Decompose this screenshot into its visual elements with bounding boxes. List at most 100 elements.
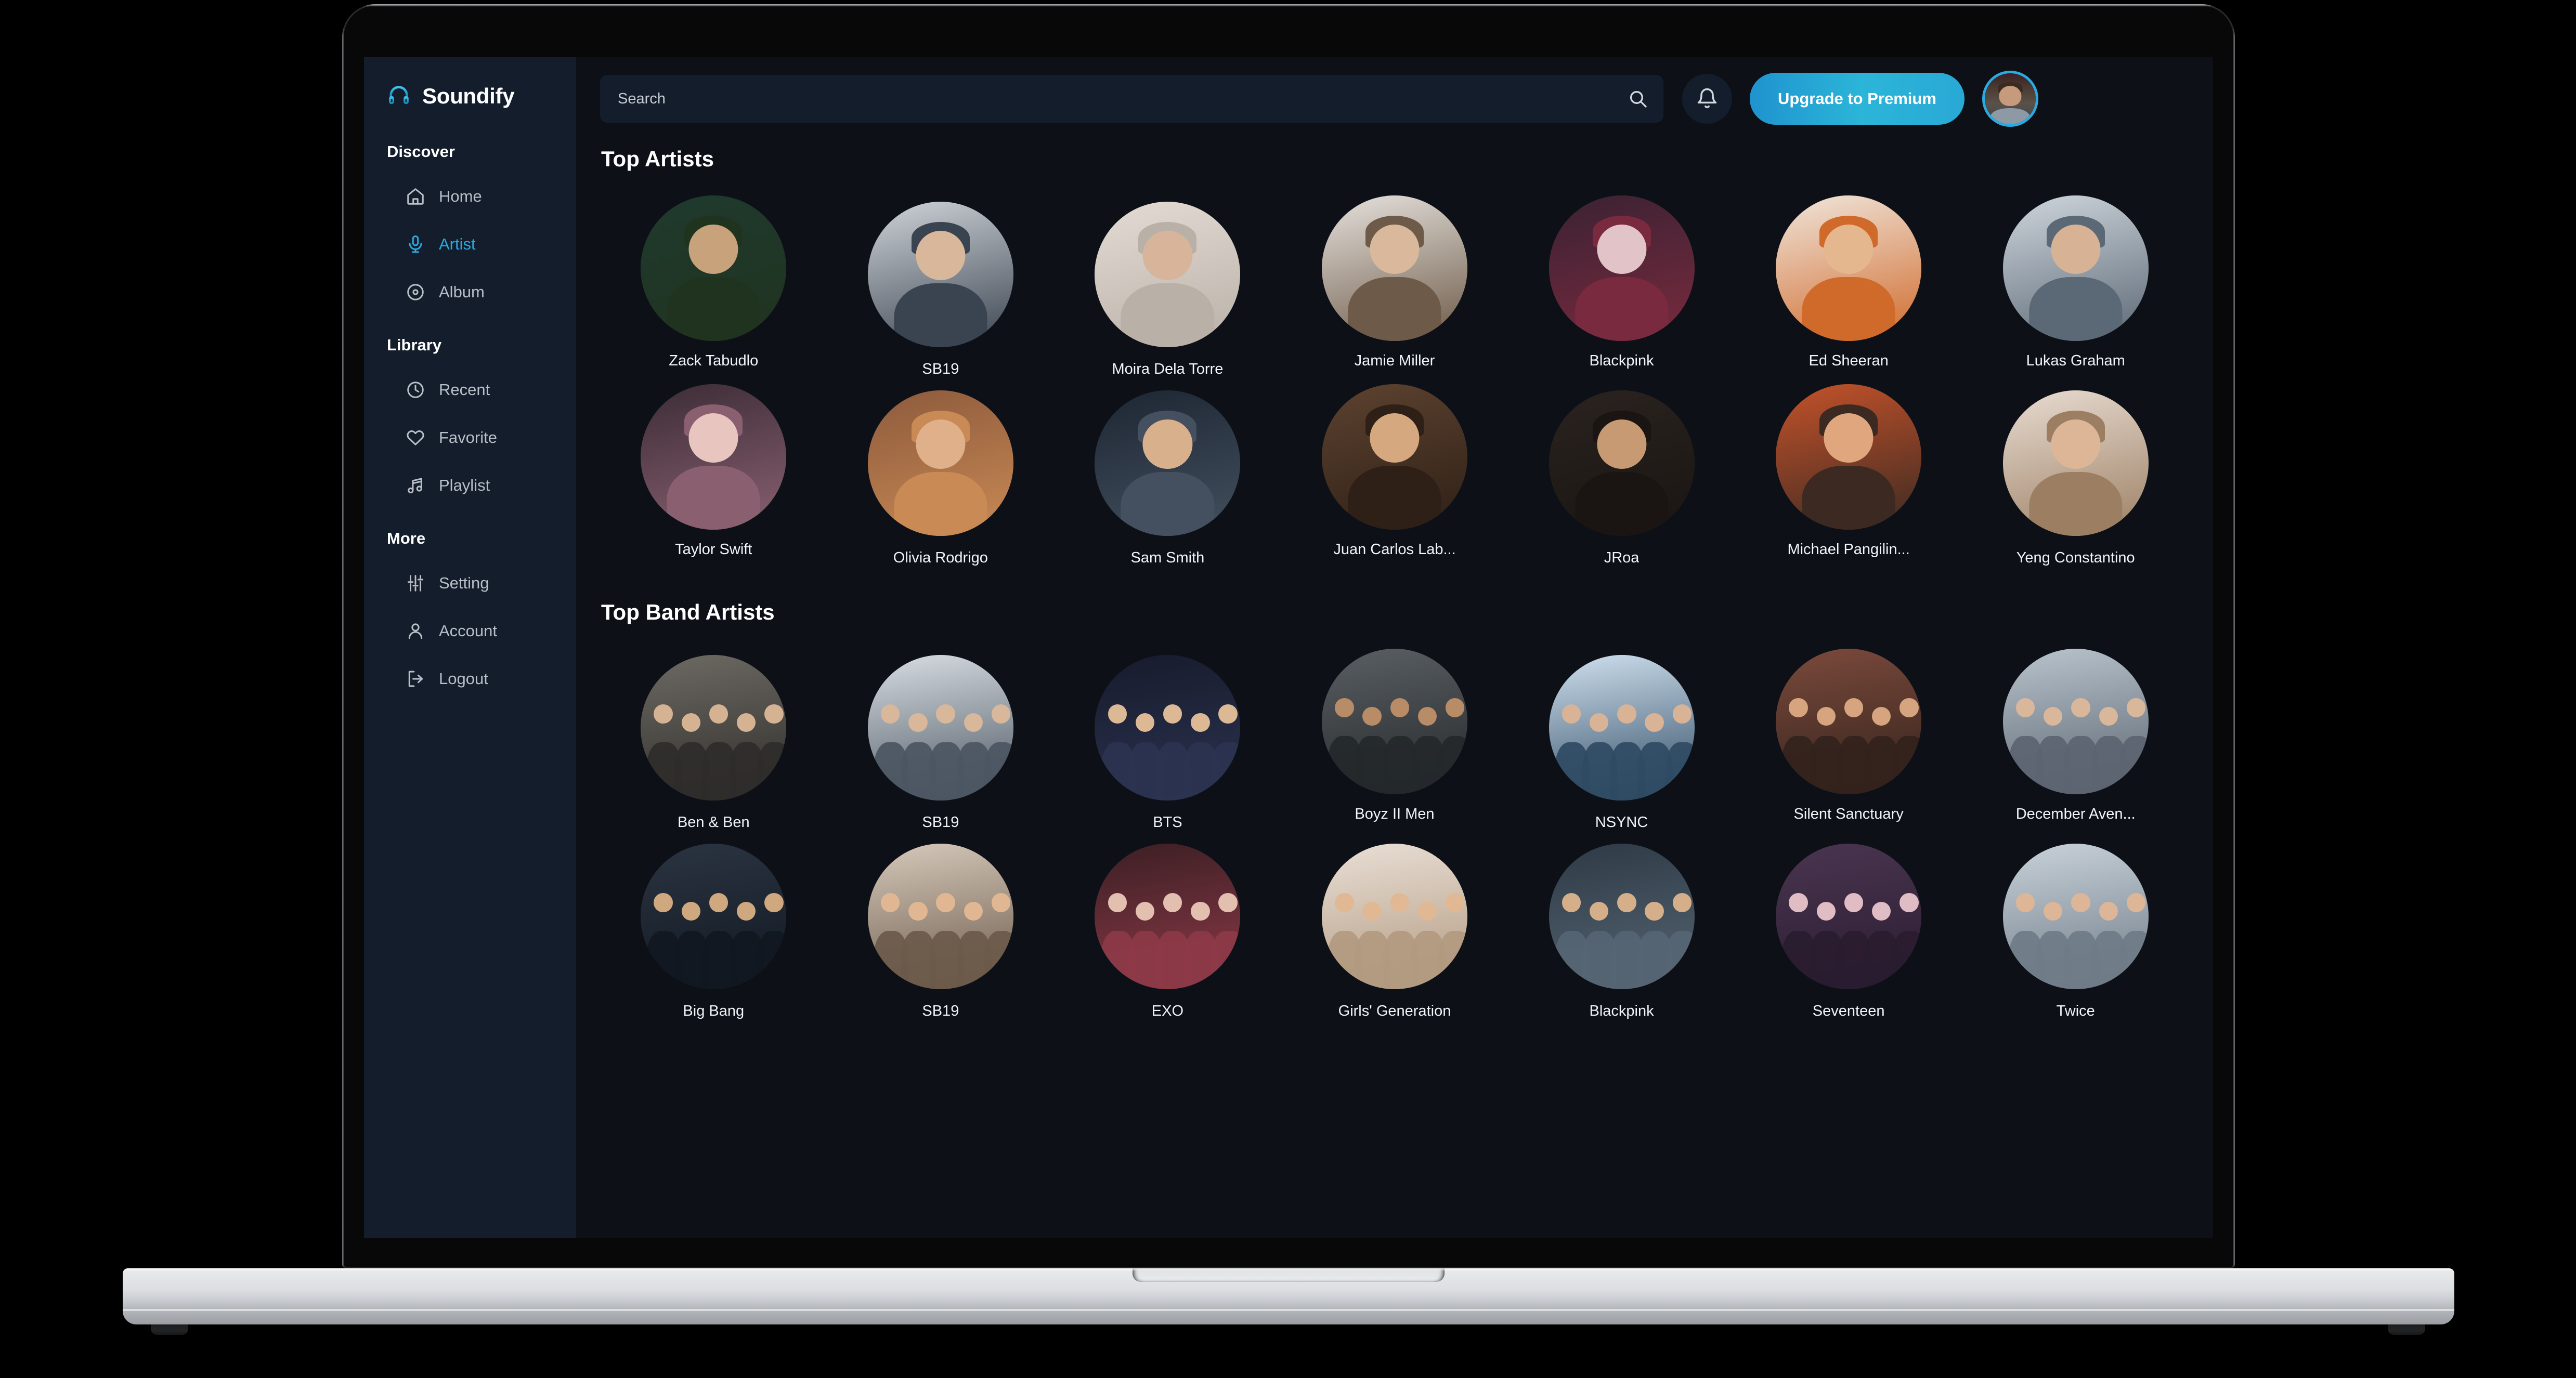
artist-thumbnail[interactable]: [867, 655, 1013, 800]
sliders-icon: [406, 573, 425, 593]
artist-thumbnail[interactable]: [641, 655, 787, 800]
brand: Soundify: [364, 57, 576, 113]
artist-card[interactable]: Seventeen: [1735, 831, 1962, 1020]
sidebar-item-label: Playlist: [439, 476, 490, 494]
artist-thumbnail[interactable]: [641, 195, 787, 341]
artist-card[interactable]: Ben & Ben: [600, 642, 827, 831]
artist-card[interactable]: Moira Dela Torre: [1054, 189, 1281, 378]
artist-name: EXO: [1151, 1003, 1184, 1019]
artist-thumbnail[interactable]: [1321, 195, 1467, 341]
artist-thumbnail[interactable]: [641, 384, 787, 530]
artist-thumbnail[interactable]: [2002, 195, 2149, 341]
artist-name: SB19: [922, 814, 959, 831]
artist-photo: [1549, 655, 1695, 800]
logout-icon: [406, 669, 425, 689]
sidebar-item-recent[interactable]: Recent: [364, 366, 576, 414]
artist-photo: [1321, 384, 1467, 530]
artist-thumbnail[interactable]: [1095, 844, 1241, 989]
artist-card[interactable]: Girls' Generation: [1281, 831, 1508, 1020]
artist-thumbnail[interactable]: [1776, 649, 1922, 794]
artist-card[interactable]: EXO: [1054, 831, 1281, 1020]
sidebar-item-setting[interactable]: Setting: [364, 559, 576, 607]
artist-name: SB19: [922, 1003, 959, 1019]
artist-thumbnail[interactable]: [1549, 844, 1695, 989]
sidebar-item-label: Setting: [439, 574, 489, 592]
artist-card[interactable]: Twice: [1962, 831, 2189, 1020]
artist-photo: [2002, 390, 2149, 536]
sidebar-item-artist[interactable]: Artist: [364, 220, 576, 268]
artist-name: JRoa: [1604, 549, 1640, 566]
avatar[interactable]: [1982, 71, 2038, 127]
artist-thumbnail[interactable]: [1549, 195, 1695, 341]
artist-photo: [1776, 195, 1922, 341]
sidebar-item-home[interactable]: Home: [364, 173, 576, 220]
artist-photo: [641, 844, 787, 989]
artist-thumbnail[interactable]: [1776, 844, 1922, 989]
sidebar-item-logout[interactable]: Logout: [364, 655, 576, 703]
artist-card[interactable]: Yeng Constantino: [1962, 378, 2189, 567]
bell-icon[interactable]: [1682, 74, 1732, 124]
artist-thumbnail[interactable]: [1321, 384, 1467, 530]
artist-thumbnail[interactable]: [2002, 649, 2149, 794]
search-icon[interactable]: [1626, 87, 1650, 111]
artist-photo: [641, 655, 787, 800]
artist-card[interactable]: Jamie Miller: [1281, 189, 1508, 378]
artist-thumbnail[interactable]: [1549, 390, 1695, 536]
artist-thumbnail[interactable]: [1095, 202, 1241, 347]
sidebar-group-title: Library: [387, 336, 442, 354]
artist-card[interactable]: SB19: [827, 189, 1055, 378]
artist-card[interactable]: Big Bang: [600, 831, 827, 1020]
artist-card[interactable]: Blackpink: [1508, 831, 1735, 1020]
content-area: Top Artists Zack Tabudlo SB19 Moira Dela To…: [576, 147, 2213, 1020]
sidebar-item-playlist[interactable]: Playlist: [364, 462, 576, 509]
music-notes-icon: [406, 476, 425, 495]
artist-card[interactable]: SB19: [827, 831, 1055, 1020]
artist-card[interactable]: Ed Sheeran: [1735, 189, 1962, 378]
artist-card[interactable]: Silent Sanctuary: [1735, 642, 1962, 831]
sidebar-item-account[interactable]: Account: [364, 607, 576, 655]
artist-thumbnail[interactable]: [867, 390, 1013, 536]
artist-thumbnail[interactable]: [1095, 390, 1241, 536]
artist-card[interactable]: Sam Smith: [1054, 378, 1281, 567]
artist-card[interactable]: Boyz II Men: [1281, 642, 1508, 831]
sidebar-group-library: Library Recent Favorite Playlist: [364, 336, 576, 509]
artist-thumbnail[interactable]: [2002, 844, 2149, 989]
artist-photo: [1549, 390, 1695, 536]
artist-thumbnail[interactable]: [1321, 844, 1467, 989]
artist-photo: [641, 384, 787, 530]
artist-photo: [1549, 844, 1695, 989]
artist-thumbnail[interactable]: [867, 844, 1013, 989]
artist-card[interactable]: BTS: [1054, 642, 1281, 831]
artist-name: BTS: [1153, 814, 1182, 831]
artist-photo: [1321, 844, 1467, 989]
artist-card[interactable]: SB19: [827, 642, 1055, 831]
artist-thumbnail[interactable]: [1321, 649, 1467, 794]
artist-thumbnail[interactable]: [1776, 384, 1922, 530]
sidebar-item-album[interactable]: Album: [364, 268, 576, 316]
artist-thumbnail[interactable]: [2002, 390, 2149, 536]
artist-name: NSYNC: [1595, 814, 1648, 831]
artist-card[interactable]: Zack Tabudlo: [600, 189, 827, 378]
search-bar[interactable]: [600, 75, 1663, 123]
artist-card[interactable]: NSYNC: [1508, 642, 1735, 831]
artist-card[interactable]: Michael Pangilin...: [1735, 378, 1962, 567]
artist-card[interactable]: Lukas Graham: [1962, 189, 2189, 378]
artist-card[interactable]: JRoa: [1508, 378, 1735, 567]
search-input[interactable]: [600, 75, 1663, 123]
artist-card[interactable]: Blackpink: [1508, 189, 1735, 378]
artist-thumbnail[interactable]: [867, 202, 1013, 347]
artist-thumbnail[interactable]: [1776, 195, 1922, 341]
sidebar-item-favorite[interactable]: Favorite: [364, 414, 576, 462]
artist-name: SB19: [922, 361, 959, 377]
artist-photo: [867, 390, 1013, 536]
artist-thumbnail[interactable]: [641, 844, 787, 989]
artist-card[interactable]: December Aven...: [1962, 642, 2189, 831]
sidebar-nav: Discover Home Artist Album Library Recent Favo…: [364, 142, 576, 703]
sidebar-item-label: Account: [439, 622, 498, 640]
artist-card[interactable]: Olivia Rodrigo: [827, 378, 1055, 567]
artist-card[interactable]: Taylor Swift: [600, 378, 827, 567]
artist-card[interactable]: Juan Carlos Lab...: [1281, 378, 1508, 567]
upgrade-to-premium-button[interactable]: Upgrade to Premium: [1750, 73, 1964, 125]
artist-thumbnail[interactable]: [1549, 655, 1695, 800]
artist-thumbnail[interactable]: [1095, 655, 1241, 800]
